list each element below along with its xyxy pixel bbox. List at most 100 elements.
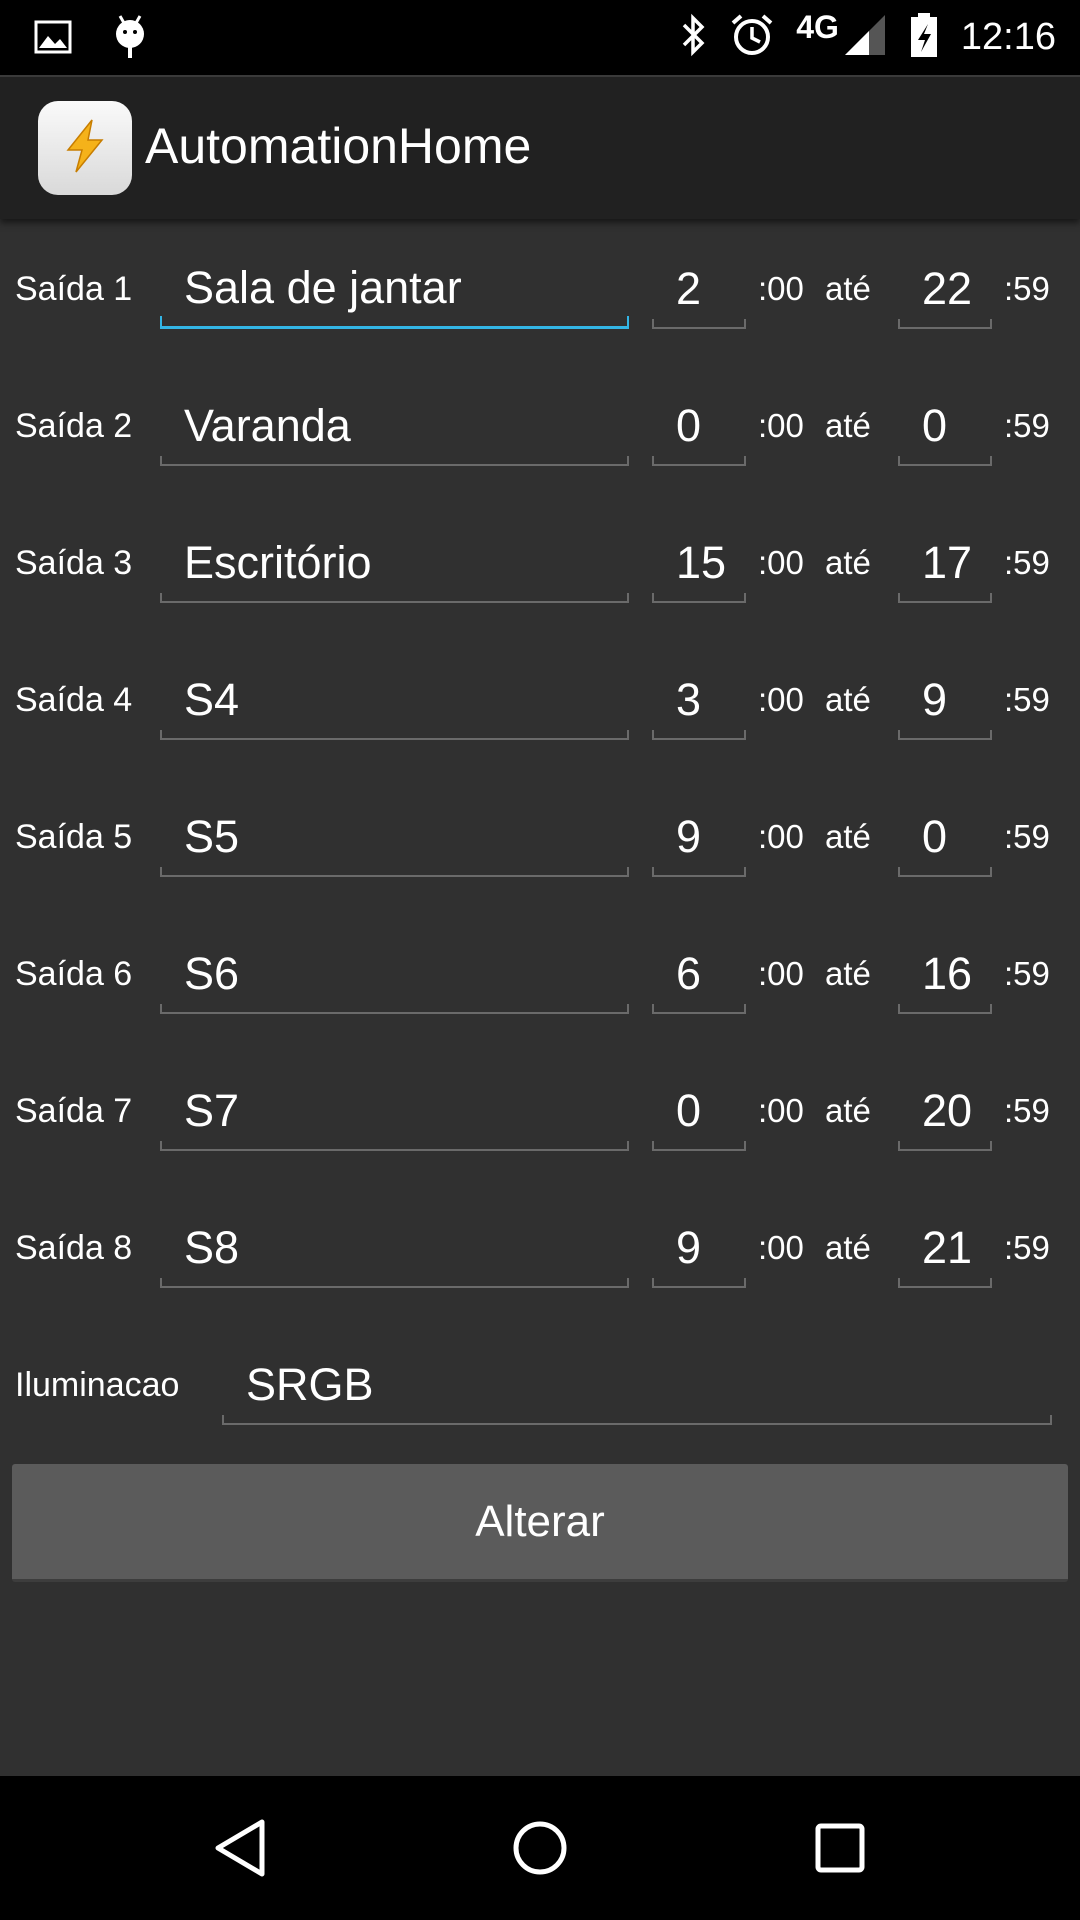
start-hour-input[interactable]: 0 <box>652 1085 746 1151</box>
start-hour-value: 9 <box>676 1222 702 1273</box>
image-icon <box>34 20 72 59</box>
end-minutes-suffix: :59 <box>1004 544 1050 581</box>
network-type-label: 4G <box>796 9 839 45</box>
start-hour-value: 6 <box>676 948 702 999</box>
alarm-icon <box>730 13 774 62</box>
start-hour-value: 2 <box>676 263 702 314</box>
start-hour-input[interactable]: 0 <box>652 400 746 466</box>
output-name-input[interactable]: S8 <box>160 1222 629 1288</box>
until-label: até <box>825 407 871 444</box>
until-label: até <box>825 955 871 992</box>
output-name-input[interactable]: Sala de jantar <box>160 262 629 329</box>
end-minutes-suffix: :59 <box>1004 681 1050 718</box>
end-hour-value: 22 <box>922 263 973 314</box>
output-label: Saída 8 <box>15 1229 133 1267</box>
start-minutes-suffix: :00 <box>758 1229 804 1266</box>
output-label: Saída 1 <box>15 270 133 308</box>
start-minutes-suffix: :00 <box>758 544 804 581</box>
output-name-value: S8 <box>184 1222 240 1273</box>
output-name-input[interactable]: S5 <box>160 811 629 877</box>
until-label: até <box>825 681 871 718</box>
end-hour-value: 20 <box>922 1085 973 1136</box>
end-hour-value: 16 <box>922 948 973 999</box>
end-hour-input[interactable]: 9 <box>898 674 992 740</box>
start-hour-input[interactable]: 15 <box>652 537 746 603</box>
end-minutes-suffix: :59 <box>1004 407 1050 444</box>
output-label: Saída 7 <box>15 1092 133 1130</box>
output-name-input[interactable]: S4 <box>160 674 629 740</box>
end-minutes-suffix: :59 <box>1004 270 1050 307</box>
output-name-value: S7 <box>184 1085 240 1136</box>
output-name-value: Escritório <box>184 537 372 588</box>
output-name-input[interactable]: S6 <box>160 948 629 1014</box>
end-hour-input[interactable]: 20 <box>898 1085 992 1151</box>
android-icon <box>112 14 148 65</box>
output-name-value: S5 <box>184 811 240 862</box>
end-minutes-suffix: :59 <box>1004 955 1050 992</box>
battery-icon <box>909 12 939 63</box>
start-minutes-suffix: :00 <box>758 270 804 307</box>
end-hour-input[interactable]: 22 <box>898 263 992 329</box>
alterar-button[interactable]: Alterar <box>12 1464 1068 1582</box>
start-hour-input[interactable]: 9 <box>652 811 746 877</box>
app-title: AutomationHome <box>145 118 532 174</box>
output-name-input[interactable]: Varanda <box>160 400 629 466</box>
until-label: até <box>825 544 871 581</box>
output-label: Saída 6 <box>15 955 133 993</box>
status-bar: 4G 12:16 <box>0 0 1080 75</box>
recents-icon[interactable] <box>740 1776 940 1920</box>
end-hour-value: 9 <box>922 674 948 725</box>
output-name-value: Sala de jantar <box>184 262 462 313</box>
until-label: até <box>825 1092 871 1129</box>
output-name-input[interactable]: S7 <box>160 1085 629 1151</box>
start-hour-input[interactable]: 6 <box>652 948 746 1014</box>
end-hour-input[interactable]: 21 <box>898 1222 992 1288</box>
start-hour-value: 0 <box>676 1085 702 1136</box>
clock: 12:16 <box>960 16 1056 58</box>
signal-icon <box>843 13 887 62</box>
end-hour-input[interactable]: 16 <box>898 948 992 1014</box>
start-minutes-suffix: :00 <box>758 955 804 992</box>
output-name-value: Varanda <box>184 400 351 451</box>
action-bar: AutomationHome <box>0 75 1080 219</box>
start-hour-value: 3 <box>676 674 702 725</box>
lightning-icon <box>62 118 108 179</box>
until-label: até <box>825 270 871 307</box>
end-hour-input[interactable]: 0 <box>898 400 992 466</box>
output-name-value: S6 <box>184 948 240 999</box>
output-name-value: S4 <box>184 674 240 725</box>
start-hour-input[interactable]: 9 <box>652 1222 746 1288</box>
end-hour-value: 17 <box>922 537 973 588</box>
start-hour-input[interactable]: 2 <box>652 263 746 329</box>
start-minutes-suffix: :00 <box>758 1092 804 1129</box>
app-icon <box>38 101 132 195</box>
until-label: até <box>825 818 871 855</box>
end-hour-value: 0 <box>922 400 948 451</box>
start-minutes-suffix: :00 <box>758 681 804 718</box>
start-hour-value: 9 <box>676 811 702 862</box>
output-label: Saída 5 <box>15 818 133 856</box>
end-minutes-suffix: :59 <box>1004 1092 1050 1129</box>
back-icon[interactable] <box>140 1776 340 1920</box>
output-label: Saída 4 <box>15 681 133 719</box>
lighting-input[interactable]: SRGB <box>222 1359 1052 1425</box>
start-hour-value: 0 <box>676 400 702 451</box>
until-label: até <box>825 1229 871 1266</box>
lighting-value: SRGB <box>246 1359 374 1410</box>
start-minutes-suffix: :00 <box>758 818 804 855</box>
start-hour-input[interactable]: 3 <box>652 674 746 740</box>
home-icon[interactable] <box>440 1776 640 1920</box>
bluetooth-icon <box>680 13 708 62</box>
output-label: Saída 3 <box>15 544 133 582</box>
end-minutes-suffix: :59 <box>1004 1229 1050 1266</box>
output-name-input[interactable]: Escritório <box>160 537 629 603</box>
output-label: Saída 2 <box>15 407 133 445</box>
end-hour-input[interactable]: 17 <box>898 537 992 603</box>
lighting-label: Iluminacao <box>15 1366 180 1404</box>
start-hour-value: 15 <box>676 537 727 588</box>
end-hour-input[interactable]: 0 <box>898 811 992 877</box>
end-minutes-suffix: :59 <box>1004 818 1050 855</box>
end-hour-value: 21 <box>922 1222 973 1273</box>
navigation-bar <box>0 1776 1080 1920</box>
start-minutes-suffix: :00 <box>758 407 804 444</box>
